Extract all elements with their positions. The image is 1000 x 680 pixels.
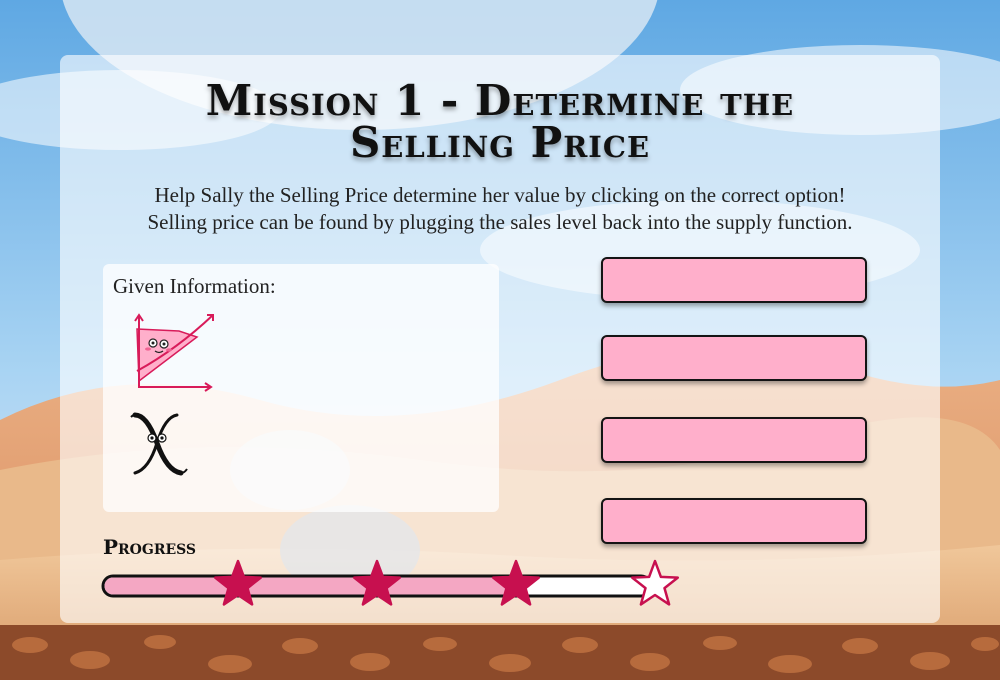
title-line: Mission 1 - Determine the [205, 76, 795, 125]
answer-option-1[interactable] [601, 257, 867, 303]
answer-option-3[interactable] [601, 417, 867, 463]
instruction-line: Help Sally the Selling Price determine h… [154, 183, 846, 207]
progress-star-filled-icon [491, 559, 541, 606]
progress-star-filled-icon [352, 559, 402, 606]
progress-fill [104, 577, 514, 595]
answer-option-4[interactable] [601, 498, 867, 544]
answer-option-2[interactable] [601, 335, 867, 381]
instruction-line: Selling price can be found by plugging t… [147, 210, 853, 234]
page-title: Mission 1 - Determine the Selling Price [0, 80, 1000, 164]
progress-star-filled-icon [213, 559, 263, 606]
given-information-card: Given Information: [103, 264, 499, 512]
instructions-text: Help Sally the Selling Price determine h… [0, 182, 1000, 236]
progress-bar [101, 559, 680, 606]
progress-star-empty-icon [630, 559, 680, 606]
supply-function-character-icon [134, 313, 214, 392]
given-information-label: Given Information: [113, 274, 276, 298]
x-variable-character-icon [130, 412, 188, 476]
title-line: Selling Price [349, 118, 651, 167]
